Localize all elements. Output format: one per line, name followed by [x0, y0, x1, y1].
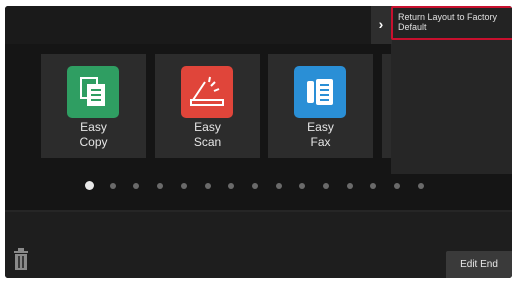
page-dot[interactable]	[180, 183, 187, 189]
app-label: Easy Fax	[307, 120, 334, 149]
page-dot[interactable]	[275, 183, 282, 189]
return-layout-default-item[interactable]: Return Layout to Factory Default	[391, 6, 512, 40]
easy-scan-icon	[181, 66, 233, 118]
page-dot[interactable]	[84, 181, 94, 190]
page-dot[interactable]	[157, 183, 164, 189]
app-tile-easy-fax[interactable]: Easy Fax	[268, 54, 373, 158]
page-dot[interactable]	[133, 183, 140, 189]
page-dot[interactable]	[417, 183, 424, 189]
app-tile-easy-copy[interactable]: Easy Copy	[41, 54, 146, 158]
page-dot[interactable]	[109, 183, 116, 189]
easy-copy-icon	[67, 66, 119, 118]
app-label: Easy Scan	[193, 120, 222, 149]
page-dot[interactable]	[370, 183, 377, 189]
page-dot[interactable]	[394, 183, 401, 189]
easy-fax-icon	[294, 66, 346, 118]
pagination-dots	[5, 180, 512, 192]
page-dot[interactable]	[346, 183, 353, 189]
return-layout-label: Return Layout to Factory Default	[398, 12, 498, 32]
chevron-right-icon[interactable]: ›	[374, 16, 388, 32]
app-label: Easy Copy	[79, 120, 108, 149]
page-dot[interactable]	[299, 183, 306, 189]
edit-end-button[interactable]: Edit End	[446, 251, 512, 278]
home-screen: Easy Copy Easy Scan Easy Fax › Return La…	[5, 6, 512, 278]
page-dot[interactable]	[323, 183, 329, 189]
page-dot[interactable]	[251, 183, 258, 189]
bottom-bar	[5, 212, 512, 278]
page-dot[interactable]	[204, 183, 211, 189]
trash-icon[interactable]	[13, 246, 29, 272]
page-dot[interactable]	[228, 183, 235, 189]
app-tile-easy-scan[interactable]: Easy Scan	[155, 54, 260, 158]
